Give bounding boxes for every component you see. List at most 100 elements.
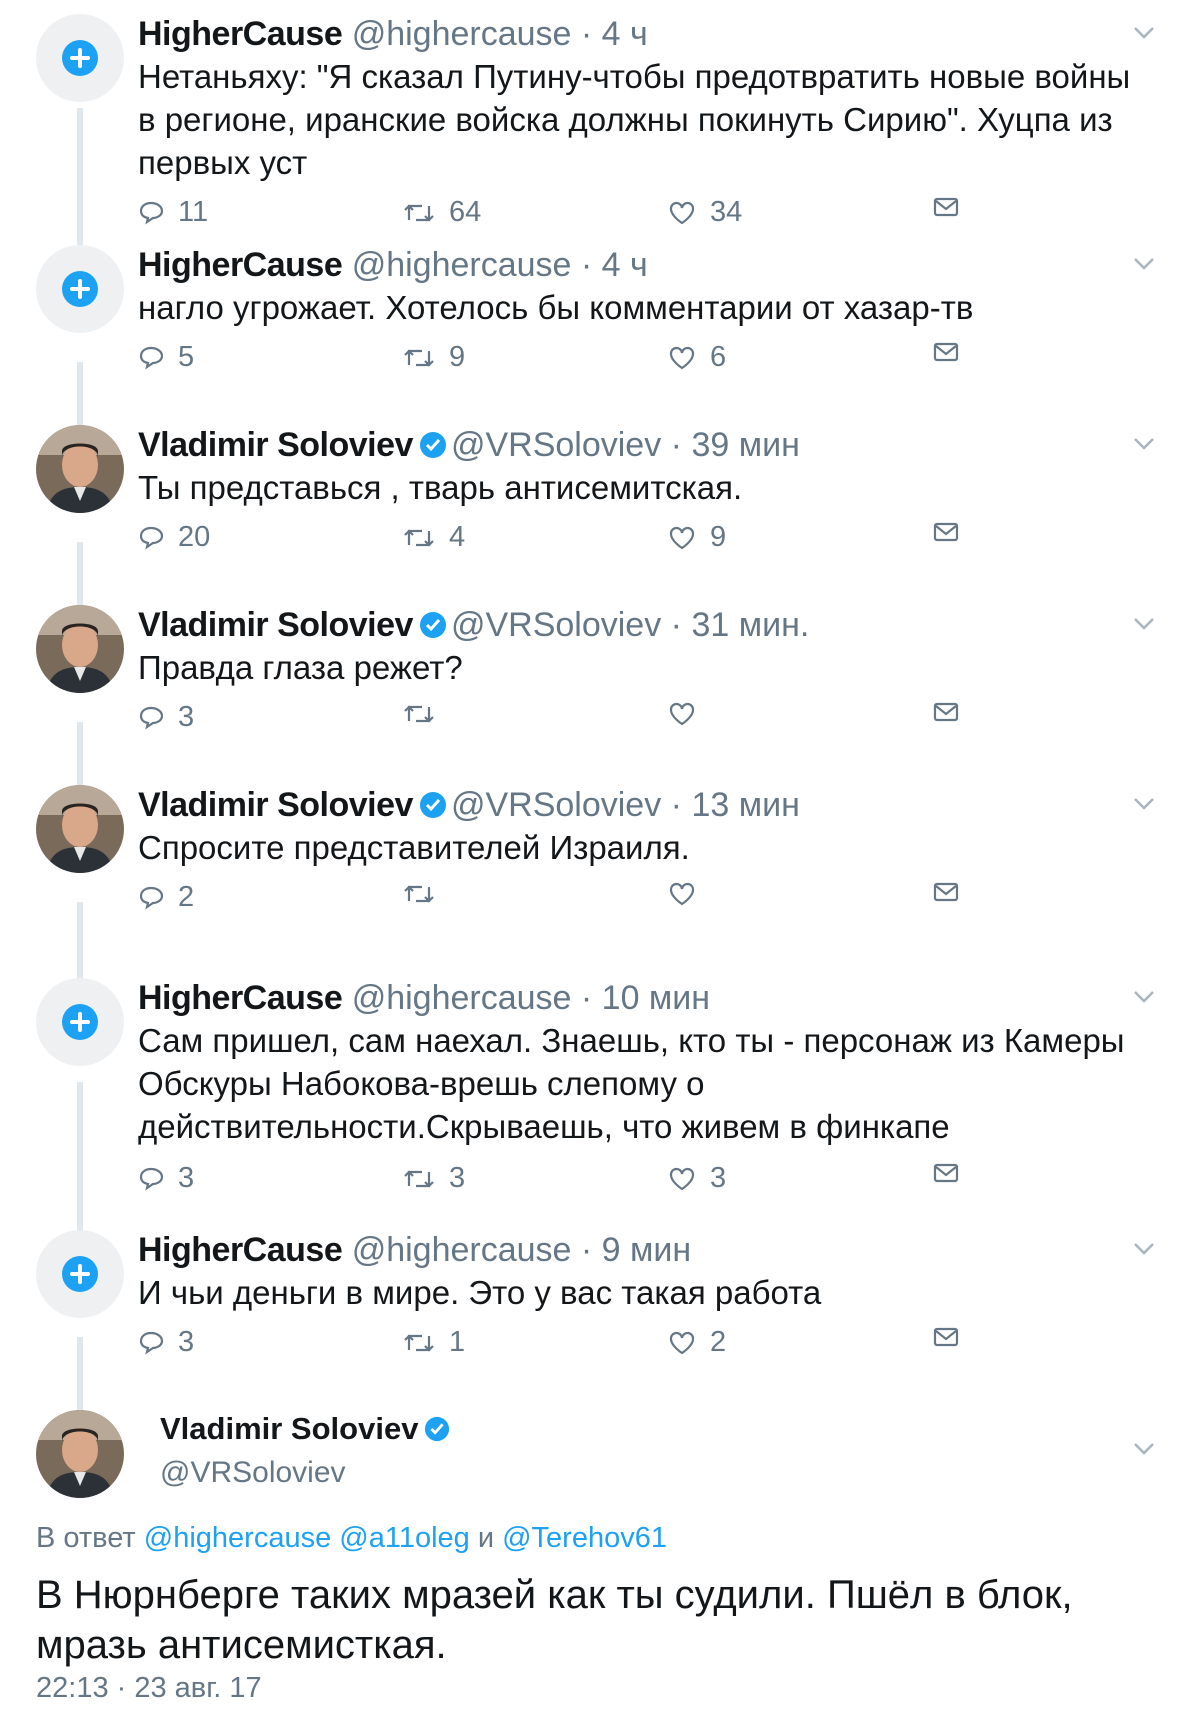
avatar[interactable]: [36, 785, 124, 873]
retweet-icon: [404, 1333, 434, 1352]
dm-button[interactable]: [933, 196, 973, 218]
dm-icon: [933, 1163, 959, 1183]
tweet[interactable]: HigherCause @highercause · 4 ч Нетаньяху…: [0, 14, 1191, 244]
retweet-button[interactable]: [403, 881, 449, 907]
user-name[interactable]: HigherCause: [138, 246, 343, 284]
reply-button[interactable]: 11: [138, 196, 208, 229]
reply-icon: [139, 1331, 164, 1354]
retweet-button[interactable]: 1: [403, 1326, 465, 1359]
tweet-time[interactable]: 4 ч: [602, 15, 648, 53]
reply-icon: [139, 526, 164, 549]
retweet-button[interactable]: 9: [403, 341, 465, 374]
tweet[interactable]: Vladimir Soloviev @VRSoloviev · 39 мин Ты…: [0, 425, 1191, 585]
chevron-down-icon[interactable]: [1133, 617, 1155, 631]
user-handle[interactable]: @highercause: [352, 979, 572, 1017]
avatar[interactable]: [36, 245, 124, 333]
like-button[interactable]: 2: [668, 1326, 726, 1359]
reply-button[interactable]: 3: [138, 1162, 194, 1195]
dm-button[interactable]: [933, 1162, 973, 1184]
tweet-time[interactable]: 13 мин: [691, 786, 799, 824]
like-icon: [669, 1167, 695, 1190]
like-button[interactable]: [668, 881, 710, 907]
user-name[interactable]: Vladimir Soloviev: [138, 426, 413, 464]
reply-button[interactable]: 5: [138, 341, 194, 374]
avatar[interactable]: [36, 1230, 124, 1318]
chevron-down-icon[interactable]: [1133, 26, 1155, 40]
retweet-button[interactable]: [403, 701, 449, 727]
tweet-time[interactable]: 10 мин: [602, 979, 710, 1017]
tweet-time[interactable]: 31 мин.: [691, 606, 809, 644]
dm-icon: [933, 342, 959, 362]
chevron-down-icon[interactable]: [1133, 257, 1155, 271]
reply-button[interactable]: 20: [138, 521, 210, 554]
like-button[interactable]: [668, 701, 710, 727]
verified-icon: [419, 612, 446, 638]
like-count: 2: [710, 1326, 727, 1358]
tweet-time[interactable]: 4 ч: [602, 246, 648, 284]
like-button[interactable]: 3: [668, 1162, 726, 1195]
user-name[interactable]: Vladimir Soloviev: [138, 786, 413, 824]
avatar[interactable]: [36, 425, 124, 513]
reply-button[interactable]: 3: [138, 1326, 194, 1359]
user-handle[interactable]: @VRSoloviev: [451, 606, 661, 644]
dm-button[interactable]: [933, 341, 973, 363]
user-handle[interactable]: @highercause: [352, 15, 572, 53]
user-name[interactable]: HigherCause: [138, 1231, 343, 1269]
user-handle[interactable]: @highercause: [352, 246, 572, 284]
plus-icon: [62, 271, 98, 307]
avatar[interactable]: [36, 14, 124, 102]
user-name[interactable]: Vladimir Soloviev: [160, 1411, 418, 1446]
tweet-time[interactable]: 39 мин: [691, 426, 799, 464]
user-handle[interactable]: @VRSoloviev: [160, 1456, 346, 1490]
chevron-down-icon[interactable]: [1133, 1442, 1155, 1456]
like-count: 3: [710, 1162, 727, 1194]
user-handle[interactable]: @highercause: [352, 1231, 572, 1269]
tweet[interactable]: Vladimir Soloviev @VRSoloviev · 31 мин. П…: [0, 605, 1191, 765]
retweet-icon: [404, 1169, 434, 1188]
tweet[interactable]: HigherCause @highercause · 4 ч нагло угр…: [0, 245, 1191, 405]
like-button[interactable]: 34: [668, 196, 742, 229]
separator: ·: [571, 1231, 602, 1269]
user-name[interactable]: Vladimir Soloviev: [138, 606, 413, 644]
tweet[interactable]: HigherCause @highercause · 10 мин Сам пр…: [0, 978, 1191, 1208]
user-name[interactable]: HigherCause: [138, 979, 343, 1017]
like-icon: [669, 346, 695, 369]
retweet-button[interactable]: 64: [403, 196, 481, 229]
retweet-button[interactable]: 3: [403, 1162, 465, 1195]
reply-mention-link[interactable]: @Terehov61: [502, 1522, 667, 1554]
like-button[interactable]: 6: [668, 341, 726, 374]
dm-button[interactable]: [933, 1326, 973, 1348]
chevron-down-icon[interactable]: [1133, 437, 1155, 451]
user-name[interactable]: HigherCause: [138, 15, 343, 53]
tweet-text: Ты представься , тварь антисемитская.: [138, 469, 743, 506]
reply-button[interactable]: 3: [138, 701, 194, 734]
chevron-down-icon[interactable]: [1133, 990, 1155, 1004]
tweet[interactable]: Vladimir Soloviev @VRSoloviev · 13 мин Сп…: [0, 785, 1191, 945]
dm-button[interactable]: [933, 881, 973, 903]
reply-mention-link[interactable]: @a11oleg: [339, 1522, 470, 1554]
reply-button[interactable]: 2: [138, 881, 194, 914]
main-tweet[interactable]: Vladimir Soloviev @VRSoloviev В ответ @h…: [0, 1410, 1191, 1710]
dm-button[interactable]: [933, 701, 973, 723]
dm-button[interactable]: [933, 521, 973, 543]
avatar[interactable]: [36, 1410, 124, 1498]
retweet-count: 64: [449, 196, 482, 228]
reply-count: 2: [178, 881, 195, 913]
reply-mention-link[interactable]: @highercause: [144, 1522, 331, 1554]
user-handle[interactable]: @VRSoloviev: [451, 426, 661, 464]
user-handle[interactable]: @VRSoloviev: [451, 786, 661, 824]
avatar[interactable]: [36, 605, 124, 693]
dm-icon: [933, 882, 959, 902]
like-button[interactable]: 9: [668, 521, 726, 554]
like-icon: [669, 702, 695, 726]
chevron-down-icon[interactable]: [1133, 797, 1155, 811]
tweet[interactable]: HigherCause @highercause · 9 мин И чьи д…: [0, 1230, 1191, 1390]
retweet-button[interactable]: 4: [403, 521, 465, 554]
like-icon: [669, 526, 695, 549]
tweet-timestamp[interactable]: 22:13 · 23 авг. 17: [36, 1672, 262, 1705]
tweet-time[interactable]: 9 мин: [602, 1231, 692, 1269]
retweet-icon: [404, 203, 434, 222]
avatar[interactable]: [36, 978, 124, 1066]
dm-icon: [933, 522, 959, 542]
chevron-down-icon[interactable]: [1133, 1242, 1155, 1256]
